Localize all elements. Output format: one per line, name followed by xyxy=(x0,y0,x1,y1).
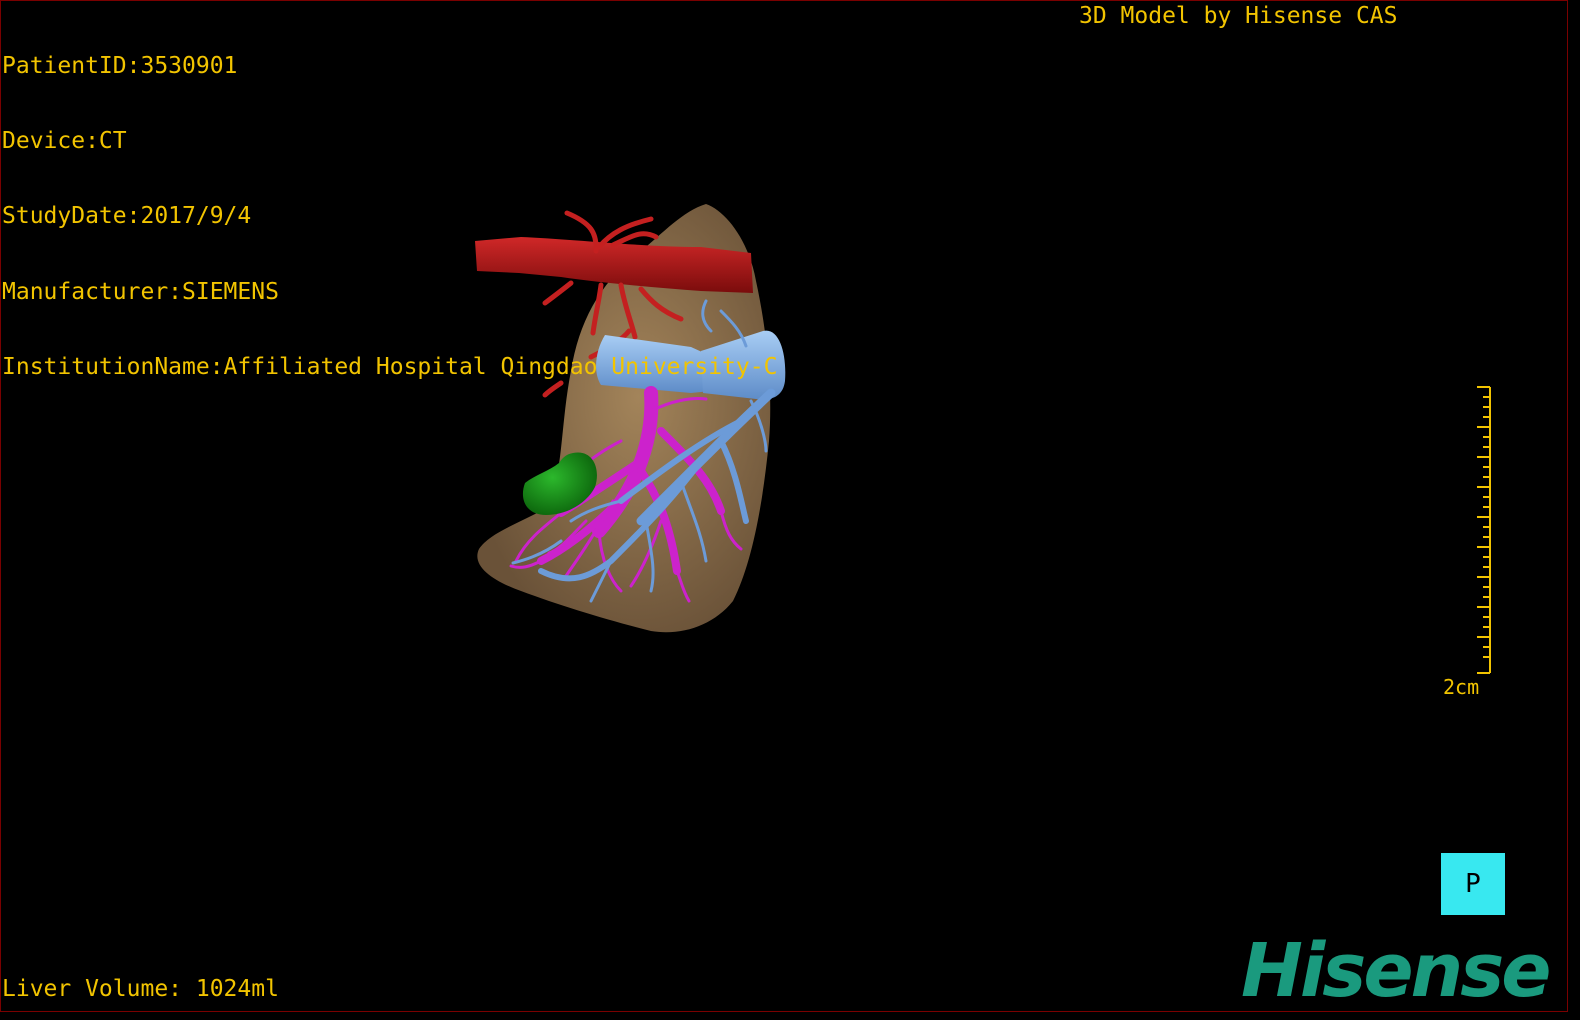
device: Device:CT xyxy=(2,128,127,155)
orientation-cube-icon[interactable]: P xyxy=(1441,853,1505,915)
orientation-label: P xyxy=(1465,869,1481,899)
model-credit: 3D Model by Hisense CAS xyxy=(1079,3,1398,29)
study-date: StudyDate:2017/9/4 xyxy=(2,203,252,230)
hisense-logo: Hisense xyxy=(1241,928,1551,1012)
liver-volume: Liver Volume: 1024ml xyxy=(2,976,279,1002)
3d-viewport[interactable]: PatientID:3530901 Device:CT StudyDate:20… xyxy=(0,0,1568,1012)
patient-id: PatientID:3530901 xyxy=(2,53,238,79)
patient-info-overlay: PatientID:3530901 Device:CT StudyDate:20… xyxy=(2,4,777,430)
institution-name: InstitutionName:Affiliated Hospital Qing… xyxy=(2,353,778,380)
scale-bar-label: 2cm xyxy=(1443,675,1480,699)
manufacturer: Manufacturer:SIEMENS xyxy=(2,278,279,305)
